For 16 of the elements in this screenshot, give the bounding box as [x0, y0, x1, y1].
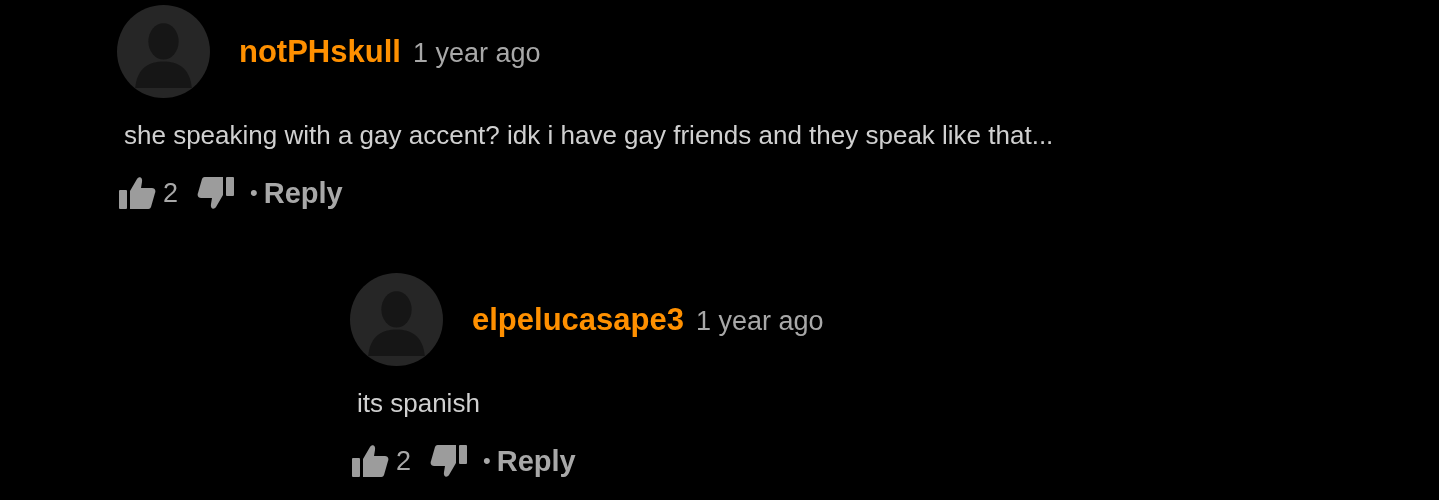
like-count: 2	[163, 177, 179, 209]
separator-dot: •	[250, 180, 258, 206]
thumbs-down-icon[interactable]	[429, 443, 470, 479]
reply-link[interactable]: Reply	[496, 444, 576, 478]
timestamp: 1 year ago	[695, 305, 824, 336]
reply-link[interactable]: Reply	[263, 176, 343, 210]
thumbs-down-icon[interactable]	[196, 175, 237, 211]
separator-dot: •	[483, 448, 491, 474]
timestamp: 1 year ago	[412, 37, 541, 68]
comment-text: she speaking with a gay accent? idk i have gay friends and they speak like that...	[124, 120, 1054, 151]
thumbs-up-icon[interactable]	[350, 443, 390, 479]
comment-text: its spanish	[357, 388, 480, 419]
username[interactable]: elpelucasape3	[472, 301, 684, 337]
like-count: 2	[396, 445, 412, 477]
thumbs-up-icon[interactable]	[117, 175, 157, 211]
username[interactable]: notPHskull	[239, 33, 401, 69]
